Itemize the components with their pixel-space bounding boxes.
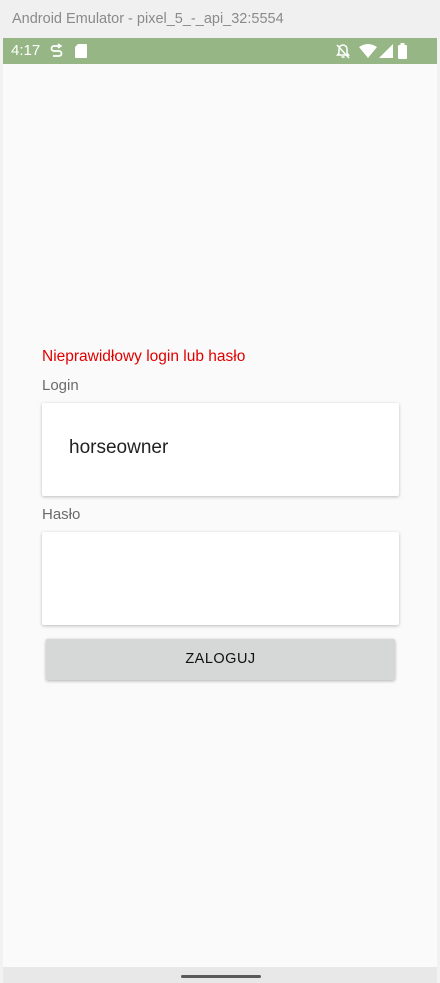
- login-error-message: Nieprawidłowy login lub hasło: [42, 348, 246, 365]
- battery-icon: [398, 38, 407, 64]
- app-screen: Nieprawidłowy login lub hasło Login hors…: [3, 64, 437, 967]
- clock: 4:17: [11, 42, 41, 59]
- emulator-window: Android Emulator - pixel_5_-_api_32:5554…: [0, 0, 440, 983]
- wifi-icon: [359, 38, 377, 64]
- window-title: Android Emulator - pixel_5_-_api_32:5554: [12, 11, 284, 27]
- status-bar: 4:17: [3, 38, 437, 64]
- sd-card-icon: [75, 38, 87, 64]
- login-button[interactable]: ZALOGUJ: [46, 639, 395, 680]
- gesture-handle[interactable]: [181, 975, 261, 978]
- notifications-off-icon: [336, 38, 350, 64]
- login-field[interactable]: horseowner: [42, 403, 399, 496]
- sync-icon: [50, 38, 63, 64]
- login-label: Login: [42, 377, 79, 394]
- password-label: Hasło: [42, 506, 81, 523]
- signal-icon: [379, 38, 393, 64]
- navigation-bar: [3, 967, 437, 983]
- login-field-value: horseowner: [69, 437, 169, 458]
- password-field[interactable]: [42, 532, 399, 625]
- emulator-title-bar: Android Emulator - pixel_5_-_api_32:5554: [0, 0, 440, 38]
